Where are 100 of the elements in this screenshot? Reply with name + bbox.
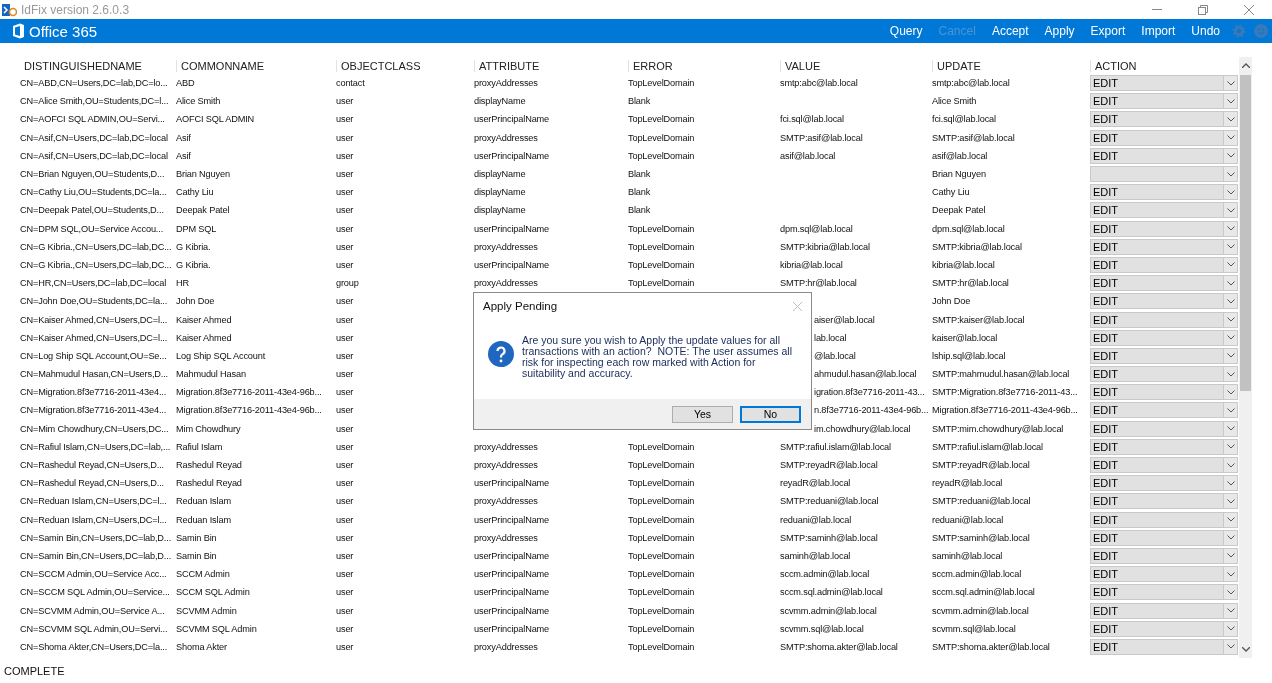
menu-button[interactable]: Query <box>881 24 931 38</box>
menu-button[interactable]: Accept <box>983 24 1037 38</box>
action-dropdown[interactable]: EDIT <box>1090 602 1238 619</box>
table-cell: TopLevelDomain <box>628 550 695 561</box>
table-cell: userPrincipalName <box>474 259 550 270</box>
menu-button[interactable]: Undo <box>1183 24 1228 38</box>
table-cell: SMTP:asif@lab.local <box>780 132 863 143</box>
action-dropdown[interactable]: EDIT <box>1090 384 1238 401</box>
action-dropdown[interactable]: EDIT <box>1090 184 1238 201</box>
table-cell: CN=Reduan Islam,CN=Users,DC=l... <box>20 514 167 525</box>
dialog-button[interactable]: No <box>740 405 801 423</box>
restore-icon[interactable] <box>1198 4 1208 15</box>
table-cell: reduani@lab.local <box>780 514 852 525</box>
table-cell: user <box>336 314 354 325</box>
column-header[interactable]: COMMONNAME <box>176 59 336 72</box>
chevron-down-icon <box>1226 517 1235 523</box>
table-cell: CN=AOFCI SQL ADMIN,OU=Servi... <box>20 114 165 125</box>
menu-button[interactable]: Apply <box>1036 24 1083 38</box>
table-cell: Cathy Liu <box>932 187 970 198</box>
minimize-icon[interactable] <box>1152 9 1162 10</box>
column-header[interactable]: ATTRIBUTE <box>474 59 628 72</box>
action-dropdown[interactable]: EDIT <box>1090 620 1238 637</box>
table-cell: user <box>336 641 354 652</box>
action-dropdown[interactable]: EDIT <box>1090 220 1238 237</box>
table-cell: user <box>336 605 354 616</box>
scroll-up-icon[interactable] <box>1241 63 1250 68</box>
scroll-thumb[interactable] <box>1240 75 1251 391</box>
chevron-down-icon <box>1226 207 1235 213</box>
scrollbar[interactable] <box>1239 57 1252 658</box>
action-dropdown[interactable]: EDIT <box>1090 111 1238 128</box>
table-cell: Rashedul Reyad <box>176 478 242 489</box>
table-cell: aiser@lab.local <box>814 314 875 325</box>
menu-button[interactable]: Import <box>1133 24 1184 38</box>
close-icon[interactable] <box>793 301 802 311</box>
table-cell: TopLevelDomain <box>628 114 695 125</box>
action-dropdown[interactable]: EDIT <box>1090 366 1238 383</box>
action-dropdown[interactable]: EDIT <box>1090 584 1238 601</box>
table-cell: SMTP:saminh@lab.local <box>780 532 878 543</box>
table-cell: CN=Rafiul Islam,CN=Users,DC=lab,... <box>20 441 171 452</box>
table-cell: asif@lab.local <box>932 150 988 161</box>
table-cell: CN=Brian Nguyen,OU=Students,D... <box>20 169 165 180</box>
action-dropdown[interactable]: EDIT <box>1090 566 1238 583</box>
action-dropdown[interactable]: EDIT <box>1090 238 1238 255</box>
action-dropdown[interactable]: EDIT <box>1090 275 1238 292</box>
gear-icon[interactable] <box>1232 24 1246 38</box>
smiley-icon[interactable] <box>1254 24 1268 38</box>
action-dropdown[interactable]: EDIT <box>1090 438 1238 455</box>
table-cell: SMTP:Migration.8f3e7716-2011-43... <box>932 387 1078 398</box>
column-header[interactable]: DISTINGUISHEDNAME <box>20 59 176 72</box>
action-dropdown[interactable]: EDIT <box>1090 475 1238 492</box>
action-dropdown[interactable]: EDIT <box>1090 93 1238 110</box>
menu-button[interactable]: Export <box>1082 24 1134 38</box>
action-dropdown[interactable]: EDIT <box>1090 129 1238 146</box>
action-dropdown[interactable]: EDIT <box>1090 311 1238 328</box>
table-cell: CN=Migration.8f3e7716-2011-43e4... <box>20 387 167 398</box>
table-cell: SCCM SQL Admin <box>176 587 250 598</box>
action-dropdown[interactable]: EDIT <box>1090 511 1238 528</box>
table-cell: CN=SCCM SQL Admin,OU=Service... <box>20 587 170 598</box>
table-cell: SCVMM Admin <box>176 605 237 616</box>
table-cell: John Doe <box>176 296 215 307</box>
action-dropdown[interactable]: EDIT <box>1090 402 1238 419</box>
scroll-down-icon[interactable] <box>1241 647 1250 652</box>
action-dropdown[interactable]: EDIT <box>1090 638 1238 655</box>
column-header[interactable]: UPDATE <box>932 59 1090 72</box>
table-cell: Alice Smith <box>176 96 221 107</box>
table-cell: CN=Asif,CN=Users,DC=lab,DC=local <box>20 132 168 143</box>
table-cell: Deepak Patel <box>932 205 986 216</box>
column-header[interactable]: OBJECTCLASS <box>336 59 474 72</box>
column-header[interactable]: ERROR <box>628 59 780 72</box>
action-dropdown[interactable]: EDIT <box>1090 457 1238 474</box>
action-dropdown[interactable]: EDIT <box>1090 329 1238 346</box>
close-icon[interactable] <box>1244 4 1254 15</box>
action-dropdown[interactable]: EDIT <box>1090 147 1238 164</box>
table-cell: CN=Kaiser Ahmed,CN=Users,DC=l... <box>20 332 168 343</box>
table-cell: sccm.admin@lab.local <box>780 569 870 580</box>
action-dropdown[interactable]: EDIT <box>1090 547 1238 564</box>
table-cell: displayName <box>474 205 526 216</box>
chevron-down-icon <box>1226 353 1235 359</box>
action-dropdown[interactable]: EDIT <box>1090 293 1238 310</box>
table-cell: CN=Log Ship SQL Account,OU=Se... <box>20 350 167 361</box>
column-header[interactable]: VALUE <box>780 59 932 72</box>
table-cell: lab.local <box>814 332 847 343</box>
table-cell: user <box>336 423 354 434</box>
action-dropdown[interactable]: EDIT <box>1090 420 1238 437</box>
action-dropdown[interactable]: EDIT <box>1090 347 1238 364</box>
action-dropdown[interactable]: EDIT <box>1090 493 1238 510</box>
action-dropdown[interactable]: EDIT <box>1090 256 1238 273</box>
action-dropdown[interactable]: EDIT <box>1090 75 1238 92</box>
table-cell: user <box>336 532 354 543</box>
window-title: IdFix version 2.6.0.3 <box>21 2 130 17</box>
action-dropdown[interactable] <box>1090 166 1238 183</box>
table-cell: user <box>336 223 354 234</box>
table-cell: CN=Kaiser Ahmed,CN=Users,DC=l... <box>20 314 168 325</box>
action-dropdown[interactable]: EDIT <box>1090 529 1238 546</box>
table-cell: Migration.8f3e7716-2011-43e4-96b... <box>176 405 322 416</box>
table-cell: John Doe <box>932 296 971 307</box>
table-cell: user <box>336 187 354 198</box>
action-dropdown[interactable]: EDIT <box>1090 202 1238 219</box>
dialog-button[interactable]: Yes <box>672 405 733 423</box>
table-cell: CN=SCVMM SQL Admin,OU=Servi... <box>20 623 168 634</box>
